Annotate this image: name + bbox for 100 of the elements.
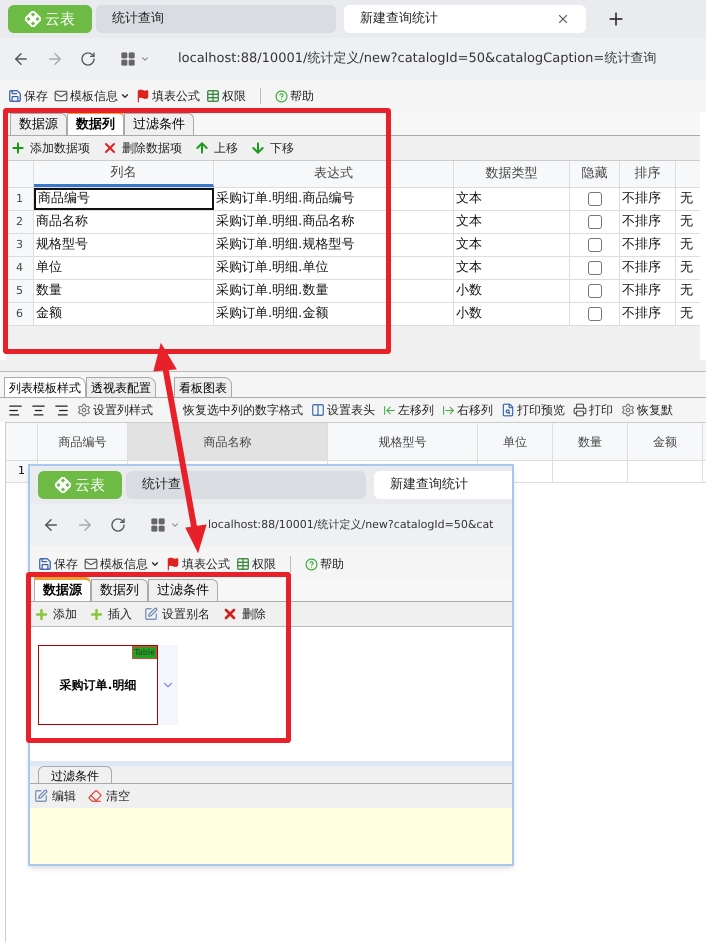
toolbar-button[interactable]: 添加: [34, 605, 77, 623]
checkbox[interactable]: [588, 261, 602, 275]
reload-icon[interactable]: [80, 51, 96, 67]
column-header[interactable]: 隐藏: [570, 161, 620, 187]
column-header[interactable]: 单位: [478, 423, 553, 460]
column-header[interactable]: 金额: [628, 423, 703, 460]
checkbox[interactable]: [588, 238, 602, 252]
toolbar-button[interactable]: 清空: [88, 787, 130, 805]
toolbar-button[interactable]: 设置表头: [311, 401, 375, 419]
toolbar-button[interactable]: 删除数据项: [102, 139, 182, 157]
row-number: 1: [6, 188, 34, 210]
expand-toggle[interactable]: [158, 645, 178, 725]
envelope-icon: [84, 557, 98, 571]
plus-icon: [89, 606, 104, 622]
toolbar-button[interactable]: 删除: [222, 605, 266, 623]
table-cell-text: 无: [679, 282, 694, 300]
align-right-icon[interactable]: [54, 402, 69, 418]
tab[interactable]: 数据源: [10, 113, 67, 135]
tab[interactable]: 列表模板样式: [4, 377, 86, 397]
flag-icon: [136, 89, 150, 103]
apps-menu-icon[interactable]: [150, 517, 180, 533]
toolbar-button[interactable]: 上移: [194, 139, 238, 157]
toolbar-button[interactable]: 恢复默: [621, 401, 673, 419]
table-name: 采购订单.明细: [60, 677, 136, 694]
tab[interactable]: 数据列: [91, 579, 148, 601]
toolbar-button[interactable]: 保存: [38, 555, 78, 573]
toolbar-button[interactable]: 设置别名: [144, 605, 210, 623]
toolbar-button[interactable]: 填表公式: [166, 555, 230, 573]
checkbox[interactable]: [588, 215, 602, 229]
toolbar-button[interactable]: 设置列样式: [77, 401, 153, 419]
table-cell[interactable]: 单位: [34, 257, 214, 279]
column-header[interactable]: 商品名称: [128, 423, 328, 460]
table-cell: 不排序: [620, 257, 676, 279]
toolbar-button[interactable]: 帮助: [305, 555, 344, 573]
checkbox[interactable]: [588, 307, 602, 321]
close-icon[interactable]: [556, 12, 570, 26]
table-cell: 不排序: [620, 234, 676, 256]
toolbar-button[interactable]: 模板信息: [84, 555, 160, 573]
browser-tab[interactable]: 新建查询统计: [374, 471, 512, 499]
toolbar-button[interactable]: 添加数据项: [10, 139, 90, 157]
tab[interactable]: 过滤条件: [148, 579, 218, 601]
reload-icon[interactable]: [110, 517, 126, 533]
browser-tab[interactable]: 新建查询统计: [344, 5, 586, 33]
back-icon[interactable]: [12, 50, 30, 68]
toolbar-button[interactable]: 保存: [8, 87, 48, 105]
table-cell: 小数: [454, 303, 570, 325]
table-cell[interactable]: 规格型号: [34, 234, 214, 256]
table-cell: 采购订单.明细.数量: [214, 280, 454, 302]
table-icon: [236, 557, 250, 571]
table-node[interactable]: Table 采购订单.明细: [38, 645, 158, 725]
save-icon: [8, 89, 22, 103]
toolbar-button[interactable]: 右移列: [442, 401, 493, 419]
toolbar-button[interactable]: 左移列: [383, 401, 434, 419]
toolbar-button[interactable]: 权限: [206, 87, 246, 105]
column-header[interactable]: 列名: [34, 161, 214, 187]
apps-menu-icon[interactable]: [120, 51, 150, 67]
tab[interactable]: 透视表配置: [86, 377, 156, 397]
align-left-icon[interactable]: [8, 402, 23, 418]
table-cell[interactable]: 金额: [34, 303, 214, 325]
column-header[interactable]: 排序: [620, 161, 676, 187]
align-center-icon[interactable]: [31, 402, 46, 418]
help-icon: [275, 90, 288, 102]
tab[interactable]: 数据源: [34, 577, 91, 601]
toolbar-button[interactable]: 权限: [236, 555, 276, 573]
back-icon[interactable]: [42, 516, 60, 534]
toolbar-button[interactable]: 填表公式: [136, 87, 200, 105]
left-arrow-icon: [383, 404, 396, 416]
edit-icon: [144, 607, 158, 621]
toolbar-button[interactable]: 帮助: [275, 87, 314, 105]
column-header[interactable]: 规格型号: [328, 423, 478, 460]
checkbox[interactable]: [588, 192, 602, 206]
tab[interactable]: 数据列: [67, 111, 124, 135]
cross-icon: [102, 140, 118, 156]
logo-icon: [25, 11, 41, 27]
browser-tab[interactable]: 统计查询: [96, 5, 336, 33]
tab[interactable]: 看板图表: [174, 377, 232, 397]
table-cell: 文本: [454, 211, 570, 233]
column-header[interactable]: 表达式: [214, 161, 454, 187]
table-cell: 文本: [454, 234, 570, 256]
table-cell[interactable]: 数量: [34, 280, 214, 302]
toolbar-button[interactable]: 恢复选中列的数字格式: [183, 401, 303, 419]
table-cell[interactable]: 商品名称: [34, 211, 214, 233]
save-icon: [38, 557, 52, 571]
row-number: 5: [6, 280, 34, 302]
column-header[interactable]: 数据类型: [454, 161, 570, 187]
toolbar-button[interactable]: 打印预览: [501, 401, 565, 419]
table-cell-text: 无: [679, 213, 694, 232]
toolbar-button[interactable]: 编辑: [34, 787, 76, 805]
table-cell[interactable]: 商品编号: [34, 188, 214, 210]
toolbar-button[interactable]: 插入: [89, 605, 132, 623]
table-cell: 采购订单.明细.商品名称: [214, 211, 454, 233]
checkbox[interactable]: [588, 284, 602, 298]
browser-tab[interactable]: 统计查: [126, 471, 366, 499]
toolbar-button[interactable]: 打印: [573, 401, 613, 419]
toolbar-button[interactable]: 模板信息: [54, 87, 130, 105]
tab[interactable]: 过滤条件: [124, 113, 194, 135]
logo-icon: [55, 477, 71, 493]
toolbar-button[interactable]: 下移: [250, 139, 294, 157]
tab[interactable]: 过滤条件: [38, 766, 112, 783]
column-header[interactable]: 数量: [553, 423, 628, 460]
